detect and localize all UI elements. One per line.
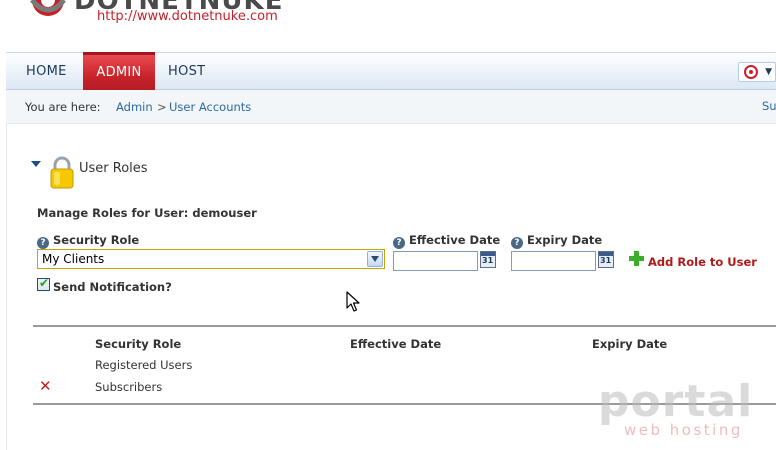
logo-url[interactable]: http://www.dotnetnuke.com xyxy=(97,9,278,24)
add-role-to-user-button[interactable]: Add Role to User xyxy=(648,255,757,269)
security-role-label-text: Security Role xyxy=(53,233,140,247)
main-nav: HOME ADMIN HOST ▼ xyxy=(6,52,776,91)
send-notification-label: Send Notification? xyxy=(53,280,172,294)
security-role-label: ? Security Role xyxy=(37,233,139,249)
module-title: User Roles xyxy=(79,161,148,176)
help-icon[interactable]: ? xyxy=(393,237,405,249)
help-icon[interactable]: ? xyxy=(37,237,49,249)
table-row-role: Subscribers xyxy=(95,380,163,394)
chevron-down-icon: ▼ xyxy=(765,67,772,77)
mouse-cursor-icon xyxy=(346,291,360,312)
table-row-role: Registered Users xyxy=(95,358,193,372)
page: DOTNETNUKE http://www.dotnetnuke.com HOM… xyxy=(0,0,776,450)
delete-icon[interactable]: ✕ xyxy=(39,379,52,394)
grid-top-border xyxy=(33,325,776,327)
effective-date-label: ? Effective Date xyxy=(393,233,500,249)
plus-icon[interactable] xyxy=(629,251,644,266)
calendar-day: 31 xyxy=(482,256,494,265)
collapse-icon[interactable] xyxy=(31,161,41,167)
language-icon xyxy=(744,65,758,79)
expiry-date-label: ? Expiry Date xyxy=(511,233,602,249)
help-icon[interactable]: ? xyxy=(511,237,523,249)
site-header: DOTNETNUKE http://www.dotnetnuke.com xyxy=(0,0,776,52)
calendar-icon[interactable]: 31 xyxy=(598,251,614,268)
send-notification-checkbox[interactable]: ✔ xyxy=(37,276,50,291)
watermark-brand: portal xyxy=(598,376,754,427)
nav-host[interactable]: HOST xyxy=(168,53,205,90)
column-security-role: Security Role xyxy=(95,337,182,351)
effective-date-input[interactable] xyxy=(393,251,478,271)
watermark-tagline: web hosting xyxy=(624,421,743,439)
lock-icon xyxy=(50,156,74,189)
calendar-day: 31 xyxy=(600,256,612,265)
security-role-select[interactable]: My Clients xyxy=(37,249,385,269)
expiry-date-input[interactable] xyxy=(511,251,596,271)
column-effective-date: Effective Date xyxy=(350,337,442,351)
column-expiry-date: Expiry Date xyxy=(592,337,668,351)
calendar-icon[interactable]: 31 xyxy=(480,251,496,268)
checkmark-icon: ✔ xyxy=(39,276,50,290)
effective-date-label-text: Effective Date xyxy=(409,233,501,247)
language-selector[interactable]: ▼ xyxy=(738,62,776,82)
breadcrumb-separator: > xyxy=(157,100,167,114)
breadcrumb-right-link[interactable]: Su xyxy=(762,99,776,113)
breadcrumb: You are here: Admin > User Accounts Su xyxy=(6,90,776,124)
expiry-date-label-text: Expiry Date xyxy=(527,233,603,247)
dotnetnuke-logo-icon[interactable] xyxy=(22,0,74,20)
breadcrumb-admin[interactable]: Admin xyxy=(116,100,153,114)
nav-home[interactable]: HOME xyxy=(26,53,67,90)
select-dropdown-button[interactable] xyxy=(367,251,383,267)
chevron-down-icon xyxy=(371,256,379,262)
breadcrumb-label: You are here: xyxy=(25,100,101,114)
nav-admin[interactable]: ADMIN xyxy=(83,52,155,91)
manage-roles-label: Manage Roles for User: demouser xyxy=(37,206,257,220)
breadcrumb-user-accounts[interactable]: User Accounts xyxy=(169,100,251,114)
security-role-value: My Clients xyxy=(42,252,105,266)
